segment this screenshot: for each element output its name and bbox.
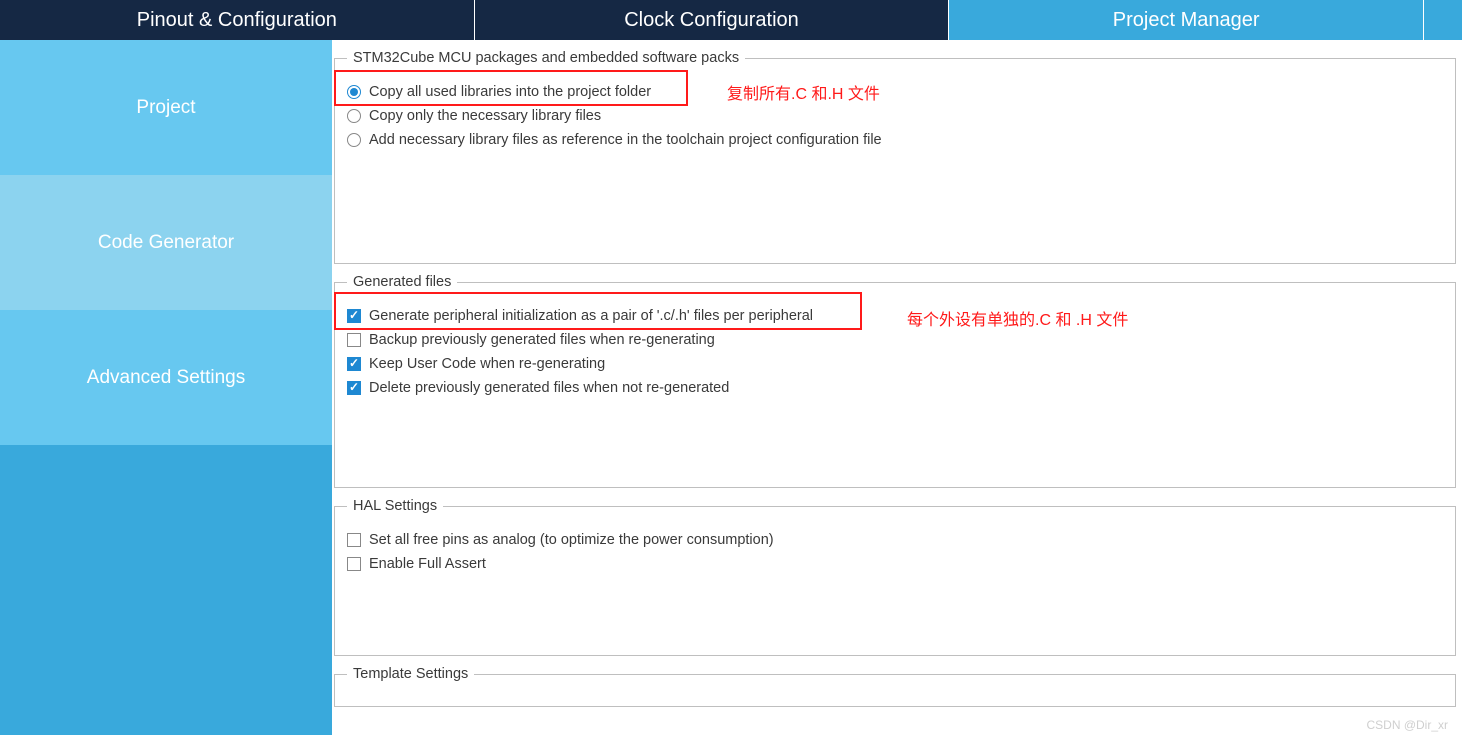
group-legend: Generated files	[347, 274, 457, 290]
group-hal-settings: HAL Settings Set all free pins as analog…	[334, 498, 1456, 656]
group-generated-files: Generated files Generate peripheral init…	[334, 274, 1456, 488]
radio-row-copy-all[interactable]: Copy all used libraries into the project…	[347, 84, 1443, 100]
checkbox-pair-files[interactable]	[347, 309, 361, 323]
sidebar-item-label: Advanced Settings	[87, 367, 245, 389]
radio-row-copy-necessary[interactable]: Copy only the necessary library files	[347, 108, 1443, 124]
checkbox-row-pair-files[interactable]: Generate peripheral initialization as a …	[347, 308, 1443, 324]
sidebar-item-project[interactable]: Project	[0, 40, 332, 175]
sidebar-item-label: Code Generator	[98, 232, 234, 254]
checkbox-label: Delete previously generated files when n…	[369, 380, 729, 396]
annotation-text: 复制所有.C 和.H 文件	[727, 80, 880, 104]
annotation-text: 每个外设有单独的.C 和 .H 文件	[907, 306, 1128, 330]
checkbox-full-assert[interactable]	[347, 557, 361, 571]
checkbox-label: Enable Full Assert	[369, 556, 486, 572]
radio-copy-all[interactable]	[347, 85, 361, 99]
checkbox-keep-user-code[interactable]	[347, 357, 361, 371]
content-pane: STM32Cube MCU packages and embedded soft…	[332, 40, 1462, 735]
radio-reference[interactable]	[347, 133, 361, 147]
checkbox-label: Backup previously generated files when r…	[369, 332, 715, 348]
sidebar-item-advanced-settings[interactable]: Advanced Settings	[0, 310, 332, 445]
radio-copy-necessary[interactable]	[347, 109, 361, 123]
checkbox-label: Generate peripheral initialization as a …	[369, 308, 813, 324]
radio-label: Add necessary library files as reference…	[369, 132, 882, 148]
tab-clock-configuration[interactable]: Clock Configuration	[475, 0, 950, 40]
checkbox-row-full-assert[interactable]: Enable Full Assert	[347, 556, 1443, 572]
checkbox-row-delete-old[interactable]: Delete previously generated files when n…	[347, 380, 1443, 396]
group-legend: HAL Settings	[347, 498, 443, 514]
sidebar-item-code-generator[interactable]: Code Generator	[0, 175, 332, 310]
group-legend: Template Settings	[347, 666, 474, 682]
tab-label: Project Manager	[1113, 9, 1260, 32]
sidebar: Project Code Generator Advanced Settings	[0, 40, 332, 735]
sidebar-item-label: Project	[136, 97, 195, 119]
group-mcu-packages: STM32Cube MCU packages and embedded soft…	[334, 50, 1456, 264]
tabbar-trail	[1424, 0, 1462, 40]
watermark: CSDN @Dir_xr	[1366, 718, 1448, 732]
checkbox-delete-old[interactable]	[347, 381, 361, 395]
group-template-settings: Template Settings	[334, 666, 1456, 707]
group-legend: STM32Cube MCU packages and embedded soft…	[347, 50, 745, 66]
top-tabbar: Pinout & Configuration Clock Configurati…	[0, 0, 1462, 40]
radio-label: Copy all used libraries into the project…	[369, 84, 651, 100]
checkbox-row-analog-pins[interactable]: Set all free pins as analog (to optimize…	[347, 532, 1443, 548]
tab-project-manager[interactable]: Project Manager	[949, 0, 1424, 40]
tab-label: Clock Configuration	[624, 9, 799, 32]
checkbox-backup[interactable]	[347, 333, 361, 347]
sidebar-filler	[0, 445, 332, 735]
radio-row-reference[interactable]: Add necessary library files as reference…	[347, 132, 1443, 148]
checkbox-row-backup[interactable]: Backup previously generated files when r…	[347, 332, 1443, 348]
radio-label: Copy only the necessary library files	[369, 108, 601, 124]
checkbox-label: Set all free pins as analog (to optimize…	[369, 532, 774, 548]
checkbox-row-keep-user-code[interactable]: Keep User Code when re-generating	[347, 356, 1443, 372]
tab-pinout-configuration[interactable]: Pinout & Configuration	[0, 0, 475, 40]
checkbox-label: Keep User Code when re-generating	[369, 356, 605, 372]
checkbox-analog-pins[interactable]	[347, 533, 361, 547]
tab-label: Pinout & Configuration	[137, 9, 337, 32]
